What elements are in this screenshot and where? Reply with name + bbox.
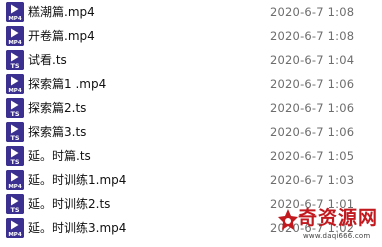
file-list: MP4 糕潮篇.mp4 2020-6-7 1:08 MP4 开卷篇.mp4 2020-6-… <box>0 0 382 240</box>
file-name[interactable]: 探索篇1 .mp4 <box>28 76 106 92</box>
ts-video-icon: TS <box>6 122 24 142</box>
file-modified-date: 2020-6-7 1:05 <box>270 149 355 163</box>
file-type-badge: MP4 <box>8 40 22 46</box>
mp4-video-icon: MP4 <box>6 170 24 190</box>
file-row[interactable]: TS 试看.ts 2020-6-7 1:04 <box>0 48 382 72</box>
file-row[interactable]: MP4 探索篇1 .mp4 2020-6-7 1:06 <box>0 72 382 96</box>
file-type-badge: TS <box>10 134 19 142</box>
file-row[interactable]: TS 探索篇3.ts 2020-6-7 1:06 <box>0 120 382 144</box>
file-modified-date: 2020-6-7 1:03 <box>270 173 355 187</box>
file-name[interactable]: 试看.ts <box>28 52 67 68</box>
file-modified-date: 2020-6-7 1:06 <box>270 77 355 91</box>
mp4-video-icon: MP4 <box>6 218 24 238</box>
ts-video-icon: TS <box>6 50 24 70</box>
file-name[interactable]: 探索篇3.ts <box>28 124 86 140</box>
file-type-badge: MP4 <box>8 232 22 238</box>
ts-video-icon: TS <box>6 194 24 214</box>
mp4-video-icon: MP4 <box>6 26 24 46</box>
watermark: 奇资源网 www.daqi666.com <box>276 206 380 246</box>
file-name[interactable]: 探索篇2.ts <box>28 100 86 116</box>
file-name[interactable]: 糕潮篇.mp4 <box>28 4 95 20</box>
file-type-badge: TS <box>10 62 19 70</box>
file-modified-date: 2020-6-7 1:06 <box>270 125 355 139</box>
watermark-url: www.daqi666.com <box>303 232 371 240</box>
file-type-badge: TS <box>10 158 19 166</box>
file-row[interactable]: MP4 糕潮篇.mp4 2020-6-7 1:08 <box>0 0 382 24</box>
file-name[interactable]: 延。时训练1.mp4 <box>28 172 126 188</box>
file-type-badge: MP4 <box>8 184 22 190</box>
watermark-logo-icon <box>276 208 300 234</box>
file-row[interactable]: TS 延。时篇.ts 2020-6-7 1:05 <box>0 144 382 168</box>
file-modified-date: 2020-6-7 1:08 <box>270 29 355 43</box>
file-modified-date: 2020-6-7 1:04 <box>270 53 355 67</box>
file-row[interactable]: TS 探索篇2.ts 2020-6-7 1:06 <box>0 96 382 120</box>
file-type-badge: MP4 <box>8 88 22 94</box>
file-name[interactable]: 开卷篇.mp4 <box>28 28 95 44</box>
file-modified-date: 2020-6-7 1:08 <box>270 5 355 19</box>
watermark-title: 奇资源网 <box>298 207 379 229</box>
file-name[interactable]: 延。时训练2.ts <box>28 196 110 212</box>
mp4-video-icon: MP4 <box>6 2 24 22</box>
ts-video-icon: TS <box>6 98 24 118</box>
mp4-video-icon: MP4 <box>6 74 24 94</box>
file-name[interactable]: 延。时篇.ts <box>28 148 91 164</box>
file-name[interactable]: 延。时训练3.mp4 <box>28 220 126 236</box>
file-type-badge: TS <box>10 110 19 118</box>
file-modified-date: 2020-6-7 1:06 <box>270 101 355 115</box>
file-row[interactable]: MP4 开卷篇.mp4 2020-6-7 1:08 <box>0 24 382 48</box>
file-type-badge: TS <box>10 206 19 214</box>
file-row[interactable]: MP4 延。时训练1.mp4 2020-6-7 1:03 <box>0 168 382 192</box>
ts-video-icon: TS <box>6 146 24 166</box>
file-type-badge: MP4 <box>8 16 22 22</box>
